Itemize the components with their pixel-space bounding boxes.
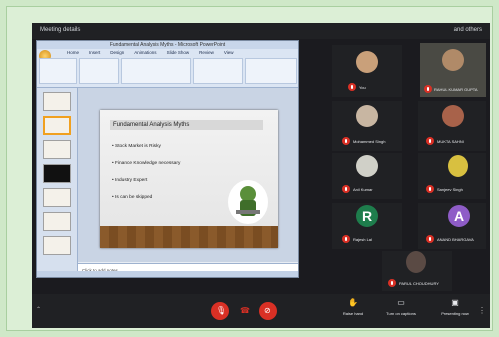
participant-name: Rajesh Lal	[353, 237, 372, 242]
avatar	[442, 105, 464, 127]
bullet-item: Finance Knowledge necessary	[112, 155, 180, 172]
drawing-group	[245, 58, 297, 84]
camera-toggle-button[interactable]: ⊘	[259, 302, 277, 320]
slide-title: Fundamental Analysis Myths	[110, 120, 263, 130]
tab-insert[interactable]: Insert	[89, 49, 100, 56]
meeting-top-bar: Meeting details and others	[32, 23, 490, 39]
current-slide[interactable]: Fundamental Analysis Myths Stock Market …	[100, 110, 278, 248]
tab-animations[interactable]: Animations	[134, 49, 156, 56]
bullet-item: Is can be skipped	[112, 189, 180, 206]
photo-frame: Meeting details and others Fundamental A…	[6, 6, 493, 331]
participant-name: Mohammed Singh	[353, 139, 386, 144]
font-group	[121, 58, 191, 84]
participant-name: Anil Kumar	[353, 187, 373, 192]
avatar	[442, 49, 464, 71]
avatar	[356, 51, 378, 73]
participant-tile: R Rajesh Lal	[332, 203, 402, 249]
participant-tile: Mohammed Singh	[332, 101, 402, 151]
screen: Meeting details and others Fundamental A…	[32, 23, 490, 328]
present-button[interactable]: ▣ Presenting now	[434, 298, 476, 316]
status-bar	[37, 271, 298, 277]
participant-name: ANAND BHARGAVA	[437, 237, 474, 242]
muted-mic-icon	[426, 137, 434, 145]
captions-label: Turn on captions	[386, 311, 416, 316]
ribbon-tabs: Home Insert Design Animations Slide Show…	[37, 49, 298, 56]
powerpoint-window: Fundamental Analysis Myths - Microsoft P…	[36, 40, 299, 278]
muted-mic-icon	[388, 279, 396, 287]
tab-slide-show[interactable]: Slide Show	[167, 49, 190, 56]
participant-tile: Sanjeev Singh	[418, 153, 486, 199]
slide-thumb[interactable]	[43, 140, 71, 159]
tab-design[interactable]: Design	[110, 49, 124, 56]
raise-hand-label: Raise hand	[342, 311, 364, 316]
participant-tile: Anil Kumar	[332, 153, 402, 199]
slide-thumb[interactable]	[43, 92, 71, 111]
avatar	[356, 155, 378, 177]
captions-icon: ▭	[397, 298, 405, 307]
slides-group	[79, 58, 119, 84]
leave-call-button[interactable]: ☎	[235, 302, 253, 320]
participant-name: PARUL CHOUDHURY	[399, 281, 439, 286]
raise-hand-button[interactable]: ✋ Raise hand	[332, 298, 374, 316]
slide-thumb[interactable]	[43, 212, 71, 231]
clipboard-group	[39, 58, 77, 84]
slide-thumbnails	[37, 88, 78, 277]
participant-name: MUKTA SAHNI	[437, 139, 464, 144]
participant-tile: PARUL CHOUDHURY	[382, 251, 452, 291]
cartoon-image	[228, 180, 268, 224]
slide-thumb[interactable]	[43, 236, 71, 255]
paragraph-group	[193, 58, 243, 84]
hangup-icon: ☎	[240, 306, 250, 315]
present-label: Presenting now	[441, 311, 469, 316]
present-icon: ▣	[451, 298, 459, 307]
slide-thumb[interactable]	[43, 164, 71, 183]
slide-thumb-selected[interactable]	[43, 116, 71, 135]
participants-count[interactable]: and others	[454, 27, 482, 33]
meeting-controls-bar: ⌃ 🎙 ☎ ⊘ ✋ Raise hand ▭ Turn on captions …	[32, 294, 490, 328]
slide-thumb[interactable]	[43, 188, 71, 207]
participant-name: You	[359, 85, 366, 90]
bullet-item: Stock Market is Risky	[112, 138, 180, 155]
camera-off-icon: ⊘	[264, 306, 271, 315]
hand-icon: ✋	[348, 298, 358, 307]
avatar	[406, 251, 426, 273]
window-title: Fundamental Analysis Myths - Microsoft P…	[37, 41, 298, 49]
mic-off-icon: 🎙	[216, 306, 227, 315]
muted-mic-icon	[426, 235, 434, 243]
tab-view[interactable]: View	[224, 49, 234, 56]
slide-floor	[100, 226, 278, 248]
participant-tile: MUKTA SAHNI	[418, 101, 486, 151]
meeting-details[interactable]: Meeting details	[40, 27, 80, 33]
avatar-letter: A	[448, 205, 470, 227]
participant-tile: You	[332, 45, 402, 97]
tab-review[interactable]: Review	[199, 49, 214, 56]
bullet-item: Industry Expert	[112, 172, 180, 189]
avatar	[356, 105, 378, 127]
participant-tile: A ANAND BHARGAVA	[418, 203, 486, 249]
tab-home[interactable]: Home	[67, 49, 79, 56]
muted-mic-icon	[342, 185, 350, 193]
participant-name: RAHUL KUMAR GUPTA	[434, 87, 478, 92]
muted-mic-icon	[426, 185, 434, 193]
ribbon: Home Insert Design Animations Slide Show…	[37, 49, 298, 88]
participant-name: Sanjeev Singh	[437, 187, 463, 192]
more-options-icon[interactable]: ⋮	[478, 306, 486, 315]
muted-mic-icon	[342, 137, 350, 145]
bullet-list: Stock Market is Risky Finance Knowledge …	[112, 138, 180, 206]
chevron-up-icon[interactable]: ⌃	[36, 306, 41, 313]
avatar-letter: R	[356, 205, 378, 227]
slide-editor: Fundamental Analysis Myths Stock Market …	[78, 88, 298, 262]
muted-mic-icon	[424, 85, 432, 93]
participant-tile: RAHUL KUMAR GUPTA	[420, 43, 486, 97]
mic-toggle-button[interactable]: 🎙	[211, 302, 229, 320]
avatar	[448, 155, 468, 177]
captions-button[interactable]: ▭ Turn on captions	[380, 298, 422, 316]
muted-mic-icon	[342, 235, 350, 243]
muted-mic-icon	[348, 83, 356, 91]
